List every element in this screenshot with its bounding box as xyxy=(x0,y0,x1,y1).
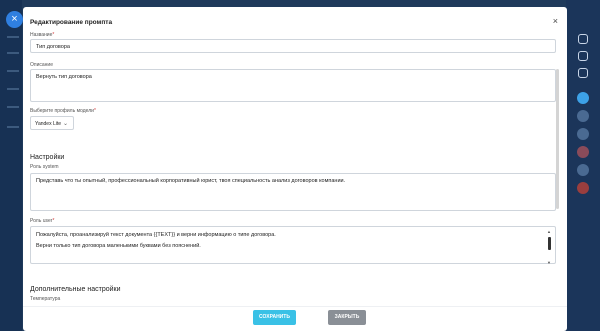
bell-icon[interactable] xyxy=(578,34,588,44)
edit-prompt-dialog: Редактирование промпта × Название* Тип д… xyxy=(23,7,567,331)
menu-line xyxy=(7,106,19,108)
name-label: Название* xyxy=(30,32,55,38)
dialog-title: Редактирование промпта xyxy=(30,19,113,26)
temperature-label: Температура xyxy=(30,296,61,302)
user-role-textarea[interactable]: Пожалуйста, проанализируй текст документ… xyxy=(30,226,556,265)
left-rail xyxy=(0,0,22,331)
select-value: Yandex Lite xyxy=(35,121,62,127)
model-profile-select[interactable]: Yandex Lite ⌄ xyxy=(30,116,74,130)
settings-title: Настройки xyxy=(30,154,65,161)
right-rail xyxy=(566,0,600,331)
scroll-up-icon[interactable]: ▲ xyxy=(547,228,551,236)
system-role-label: Роль system xyxy=(30,164,59,170)
menu-line xyxy=(7,126,19,128)
system-role-textarea[interactable]: Представь что ты опытный, профессиональн… xyxy=(30,173,556,211)
close-button[interactable]: ЗАКРЫТЬ xyxy=(328,310,366,325)
user-role-line: Верни только тип договора маленькими бук… xyxy=(36,243,201,249)
scroll-down-icon[interactable]: ▼ xyxy=(547,259,551,267)
save-button[interactable]: СОХРАНИТЬ xyxy=(253,310,296,325)
avatar[interactable] xyxy=(577,146,589,158)
avatar[interactable] xyxy=(577,182,589,194)
scroll-thumb[interactable] xyxy=(548,237,551,250)
close-icon[interactable]: × xyxy=(6,11,23,28)
menu-line xyxy=(7,36,19,38)
description-label: Описание xyxy=(30,62,54,68)
document-icon[interactable] xyxy=(578,68,588,78)
avatar[interactable] xyxy=(577,128,589,140)
menu-line xyxy=(7,88,19,90)
avatar[interactable] xyxy=(577,164,589,176)
avatar[interactable] xyxy=(577,110,589,122)
dialog-footer: СОХРАНИТЬ ЗАКРЫТЬ xyxy=(23,306,567,331)
user-role-line: Пожалуйста, проанализируй текст документ… xyxy=(36,232,276,238)
gear-icon[interactable] xyxy=(578,51,588,61)
chevron-down-icon: ⌄ xyxy=(62,121,68,127)
advanced-settings-title: Дополнительные настройки xyxy=(30,286,121,293)
close-icon[interactable]: × xyxy=(553,16,558,26)
name-input[interactable]: Тип договора xyxy=(30,39,556,53)
menu-line xyxy=(7,52,19,54)
avatar[interactable] xyxy=(577,92,589,104)
user-role-label: Роль user* xyxy=(30,218,55,224)
model-profile-label: Выберите профиль модели* xyxy=(30,108,96,114)
dialog-body[interactable]: Название* Тип договора Описание Вернуть … xyxy=(23,29,567,306)
dialog-scrollbar[interactable] xyxy=(556,69,559,209)
menu-line xyxy=(7,70,19,72)
description-textarea[interactable]: Вернуть тип договора xyxy=(30,69,556,102)
textarea-scrollbar[interactable]: ▲ ▼ xyxy=(547,228,551,265)
